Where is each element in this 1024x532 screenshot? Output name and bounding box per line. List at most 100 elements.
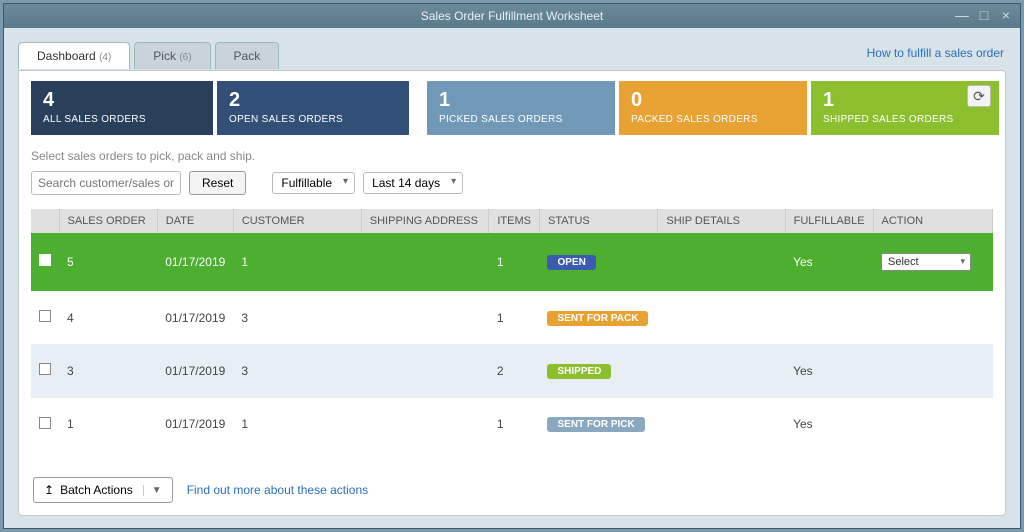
upload-icon: ↥	[44, 483, 54, 497]
cell-date: 01/17/2019	[157, 291, 233, 344]
footer-help-link[interactable]: Find out more about these actions	[187, 483, 368, 497]
tab-pack[interactable]: Pack	[215, 42, 280, 69]
column-header-checkbox[interactable]	[31, 209, 59, 233]
column-header[interactable]: CUSTOMER	[233, 209, 361, 233]
cell-items: 1	[489, 291, 540, 344]
instruction-text: Select sales orders to pick, pack and sh…	[31, 149, 993, 163]
orders-table: SALES ORDER DATE CUSTOMER SHIPPING ADDRE…	[31, 209, 993, 451]
search-input[interactable]	[31, 171, 181, 195]
cell-customer: 3	[233, 291, 361, 344]
cell-shipping	[361, 344, 489, 397]
batch-actions-button[interactable]: ↥ Batch Actions ▼	[33, 477, 173, 503]
table-body: 5 01/17/2019 1 1 OPEN Yes Select 4 01/17…	[31, 233, 993, 451]
summary-cards: 4 ALL SALES ORDERS 2 OPEN SALES ORDERS 1…	[31, 81, 993, 135]
filter-row: Reset Fulfillable Last 14 days	[31, 171, 993, 195]
main-panel: ⟳ 4 ALL SALES ORDERS 2 OPEN SALES ORDERS…	[18, 70, 1006, 516]
tab-count: (4)	[99, 52, 111, 63]
cell-fulfillable: Yes	[785, 398, 873, 451]
column-header[interactable]: FULFILLABLE	[785, 209, 873, 233]
cell-items: 2	[489, 344, 540, 397]
row-checkbox[interactable]	[39, 363, 51, 375]
row-checkbox[interactable]	[39, 254, 51, 266]
cell-ship-details	[658, 344, 785, 397]
cell-customer: 3	[233, 344, 361, 397]
cell-customer: 1	[233, 398, 361, 451]
table-header: SALES ORDER DATE CUSTOMER SHIPPING ADDRE…	[31, 209, 993, 233]
column-header[interactable]: SALES ORDER	[59, 209, 157, 233]
tab-label: Dashboard	[37, 49, 96, 63]
row-checkbox[interactable]	[39, 417, 51, 429]
window-controls: — □ ×	[954, 8, 1014, 24]
status-badge: SENT FOR PICK	[547, 417, 644, 432]
tab-dashboard[interactable]: Dashboard (4)	[18, 42, 130, 69]
action-select[interactable]: Select	[881, 253, 971, 271]
tab-row: Dashboard (4) Pick (6) Pack How to fulfi…	[18, 40, 1006, 70]
column-header[interactable]: SHIP DETAILS	[658, 209, 785, 233]
maximize-icon[interactable]: □	[976, 8, 992, 24]
refresh-button[interactable]: ⟳	[967, 85, 991, 107]
cell-items: 1	[489, 233, 540, 291]
card-value: 2	[229, 89, 397, 112]
card-value: 4	[43, 89, 201, 112]
cell-fulfillable: Yes	[785, 233, 873, 291]
cell-ship-details	[658, 291, 785, 344]
select-value: Last 14 days	[372, 176, 440, 190]
cell-date: 01/17/2019	[157, 398, 233, 451]
card-label: SHIPPED SALES ORDERS	[823, 114, 987, 125]
footer-row: ↥ Batch Actions ▼ Find out more about th…	[33, 477, 368, 503]
status-badge: OPEN	[547, 255, 595, 270]
status-badge: SHIPPED	[547, 364, 611, 379]
card-picked-orders[interactable]: 1 PICKED SALES ORDERS	[427, 81, 615, 135]
cell-items: 1	[489, 398, 540, 451]
card-label: PICKED SALES ORDERS	[439, 114, 603, 125]
card-label: OPEN SALES ORDERS	[229, 114, 397, 125]
table-row[interactable]: 1 01/17/2019 1 1 SENT FOR PICK Yes	[31, 398, 993, 451]
row-checkbox[interactable]	[39, 310, 51, 322]
table-row[interactable]: 3 01/17/2019 3 2 SHIPPED Yes	[31, 344, 993, 397]
tab-count: (6)	[179, 52, 191, 63]
card-label: ALL SALES ORDERS	[43, 114, 201, 125]
cell-shipping	[361, 233, 489, 291]
tab-label: Pack	[234, 49, 261, 63]
card-value: 0	[631, 89, 795, 112]
column-header[interactable]: DATE	[157, 209, 233, 233]
chevron-down-icon[interactable]: ▼	[143, 485, 162, 496]
tab-pick[interactable]: Pick (6)	[134, 42, 210, 69]
batch-label: Batch Actions	[60, 483, 133, 497]
cell-fulfillable: Yes	[785, 344, 873, 397]
select-value: Fulfillable	[281, 176, 332, 190]
window-title: Sales Order Fulfillment Worksheet	[421, 9, 604, 23]
cell-date: 01/17/2019	[157, 233, 233, 291]
column-header[interactable]: ACTION	[873, 209, 992, 233]
cell-sales-order[interactable]: 1	[59, 398, 157, 451]
cell-date: 01/17/2019	[157, 344, 233, 397]
reset-button[interactable]: Reset	[189, 171, 246, 195]
date-filter-select[interactable]: Last 14 days	[363, 172, 463, 194]
cell-shipping	[361, 291, 489, 344]
cell-customer: 1	[233, 233, 361, 291]
card-open-orders[interactable]: 2 OPEN SALES ORDERS	[217, 81, 409, 135]
content-area: Dashboard (4) Pick (6) Pack How to fulfi…	[4, 28, 1020, 528]
close-icon[interactable]: ×	[998, 8, 1014, 24]
minimize-icon[interactable]: —	[954, 8, 970, 24]
cell-shipping	[361, 398, 489, 451]
tab-label: Pick	[153, 49, 176, 63]
column-header[interactable]: SHIPPING ADDRESS	[361, 209, 489, 233]
status-badge: SENT FOR PACK	[547, 311, 648, 326]
cell-sales-order[interactable]: 3	[59, 344, 157, 397]
column-header[interactable]: STATUS	[539, 209, 657, 233]
card-all-orders[interactable]: 4 ALL SALES ORDERS	[31, 81, 213, 135]
cell-ship-details	[658, 233, 785, 291]
column-header[interactable]: ITEMS	[489, 209, 540, 233]
cell-sales-order[interactable]: 4	[59, 291, 157, 344]
card-value: 1	[823, 89, 987, 112]
card-label: PACKED SALES ORDERS	[631, 114, 795, 125]
table-row[interactable]: 4 01/17/2019 3 1 SENT FOR PACK	[31, 291, 993, 344]
card-value: 1	[439, 89, 603, 112]
table-row[interactable]: 5 01/17/2019 1 1 OPEN Yes Select	[31, 233, 993, 291]
app-window: Sales Order Fulfillment Worksheet — □ × …	[3, 3, 1021, 529]
cell-fulfillable	[785, 291, 873, 344]
card-packed-orders[interactable]: 0 PACKED SALES ORDERS	[619, 81, 807, 135]
help-link[interactable]: How to fulfill a sales order	[867, 46, 1004, 60]
status-filter-select[interactable]: Fulfillable	[272, 172, 355, 194]
